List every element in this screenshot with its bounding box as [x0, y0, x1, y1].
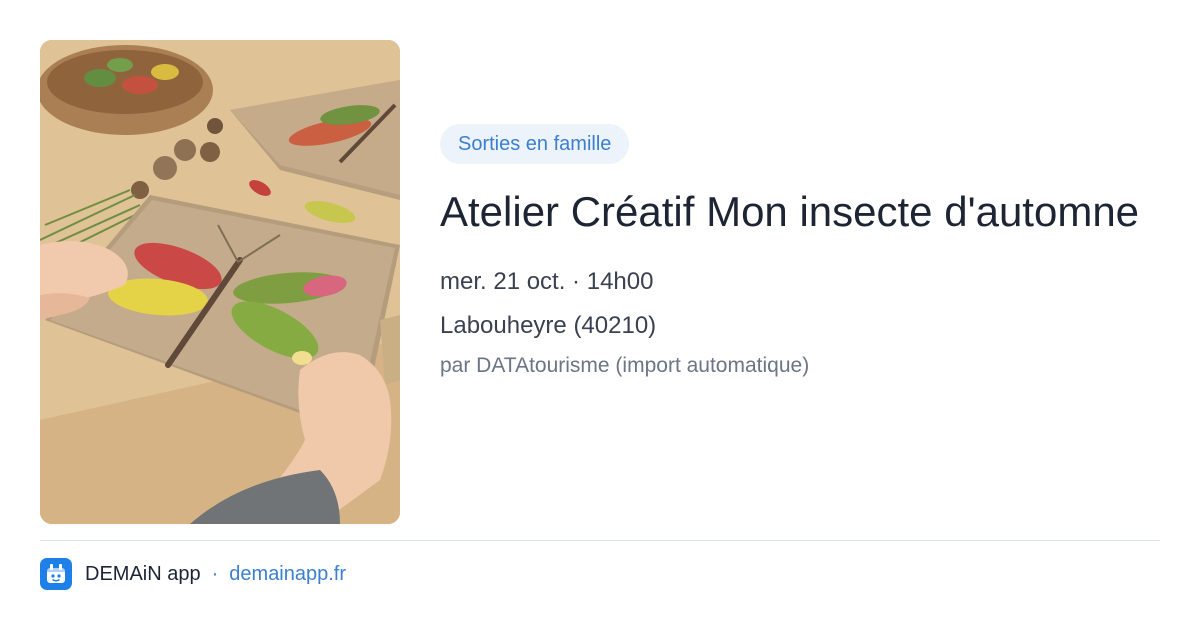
category-badge[interactable]: Sorties en famille: [440, 124, 630, 164]
footer: DEMAiN app · demainapp.fr: [40, 558, 346, 590]
footer-separator: ·: [211, 562, 219, 585]
demain-app-logo-icon[interactable]: [40, 558, 72, 590]
event-source: par DATAtourisme (import automatique): [440, 354, 810, 377]
site-link[interactable]: demainapp.fr: [229, 563, 346, 586]
event-details: Sorties en famille Atelier Créatif Mon i…: [440, 124, 1160, 380]
event-location: Labouheyre (40210): [440, 312, 657, 339]
event-image[interactable]: [40, 40, 400, 524]
event-date-time: mer. 21 oct. · 14h00: [440, 268, 654, 295]
autumn-leaf-craft-photo: [40, 40, 400, 524]
footer-divider: [40, 540, 1160, 541]
event-title[interactable]: Atelier Créatif Mon insecte d'automne: [440, 184, 1160, 240]
app-name: DEMAiN app: [85, 562, 201, 585]
